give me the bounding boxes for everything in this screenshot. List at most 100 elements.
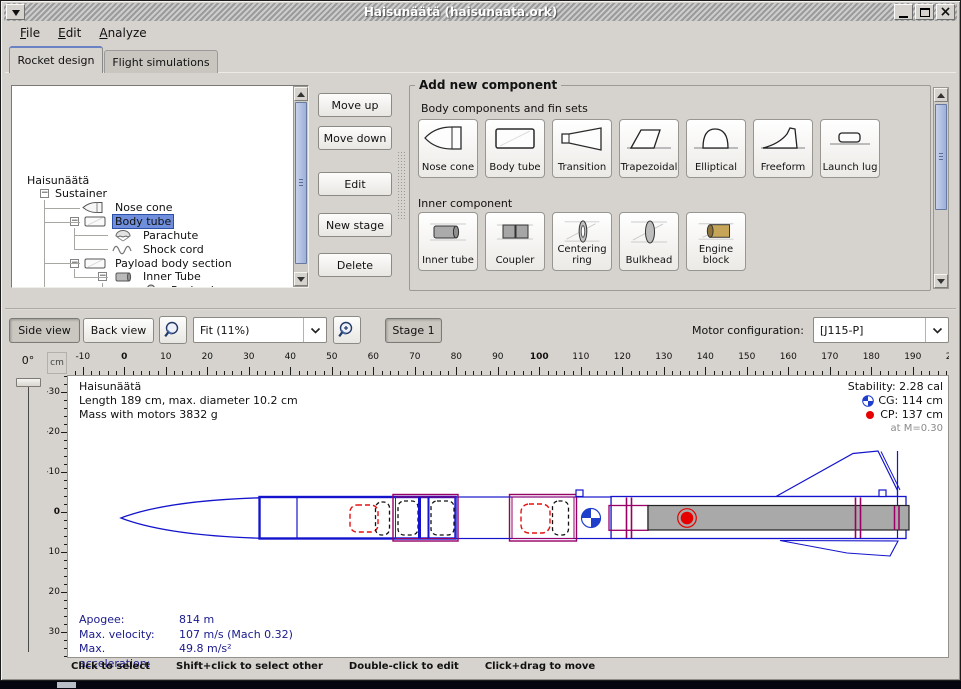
- add-innertube-button[interactable]: Inner tube: [418, 212, 478, 271]
- tree-item-nose-cone[interactable]: −Nose cone: [70, 201, 175, 215]
- ruler-label: 40: [277, 352, 303, 362]
- component-tree[interactable]: Haisunäätä−Sustainer−Nose cone−Body tube…: [11, 85, 309, 288]
- tree-connector: [44, 263, 80, 264]
- launch-lug[interactable]: [879, 490, 886, 497]
- tree-connector: [44, 200, 45, 288]
- tree-scrollbar[interactable]: [293, 86, 309, 287]
- ruler-label: 0: [47, 507, 60, 517]
- zoom-select[interactable]: Fit (11%): [193, 317, 327, 343]
- ruler-label: -30: [47, 387, 60, 397]
- menu-file[interactable]: File: [11, 23, 49, 43]
- rotation-angle-label: 0°: [11, 354, 45, 367]
- component-button-label: Inner tube: [422, 246, 474, 270]
- forward-body-tube[interactable]: [260, 497, 456, 539]
- side-view-button[interactable]: Side view: [9, 318, 80, 343]
- add-coupler-button[interactable]: Coupler: [485, 212, 545, 271]
- add-elliptical-button[interactable]: Elliptical: [686, 119, 746, 178]
- move-down-button[interactable]: Move down: [318, 126, 392, 150]
- component-button-label: Trapezoidal: [621, 153, 678, 177]
- close-button[interactable]: ×: [936, 4, 955, 20]
- tree-item-payload-body-section[interactable]: −Payload body section: [70, 256, 235, 270]
- launch-lug[interactable]: [576, 490, 583, 497]
- ruler-tick: [290, 367, 291, 375]
- freeform-icon: [757, 123, 809, 153]
- app-window: Haisunäätä (haisunaata.ork) × File Edit …: [0, 0, 961, 681]
- move-up-button[interactable]: Move up: [318, 93, 392, 117]
- motor-configuration-select[interactable]: [J115-P]: [813, 317, 949, 343]
- magnifier-icon: [337, 320, 357, 340]
- add-transition-button[interactable]: Transition: [552, 119, 612, 178]
- splitter-handle[interactable]: [397, 151, 406, 219]
- innertube-icon: [110, 270, 136, 283]
- tree-item-shock-cord[interactable]: −Shock cord: [98, 242, 207, 256]
- zoom-out-button[interactable]: [159, 316, 187, 344]
- scroll-up-button[interactable]: [294, 87, 308, 101]
- tab-rocket-design[interactable]: Rocket design: [9, 46, 103, 73]
- component-button-label: Coupler: [496, 246, 535, 270]
- nose-cone-shape[interactable]: [121, 498, 259, 538]
- fin-lower[interactable]: [780, 541, 898, 557]
- edit-button[interactable]: Edit: [318, 172, 392, 196]
- scroll-down-button[interactable]: [294, 272, 308, 286]
- add-component-title: Add new component: [415, 78, 561, 92]
- ruler-tick: [871, 367, 872, 375]
- add-bulkhead-button[interactable]: Bulkhead: [619, 212, 679, 271]
- component-panel-scrollbar[interactable]: [933, 87, 949, 289]
- status-hint: Shift+click to select other: [176, 661, 323, 672]
- ruler-label: 10: [153, 352, 179, 362]
- stage-1-toggle[interactable]: Stage 1: [385, 318, 442, 343]
- component-button-label: Nose cone: [422, 153, 474, 177]
- tree-scrollbar-thumb[interactable]: [295, 102, 307, 264]
- menu-analyze[interactable]: Analyze: [90, 23, 155, 43]
- delete-button[interactable]: Delete: [318, 253, 392, 277]
- tree-expander[interactable]: −: [40, 189, 49, 198]
- component-scrollbar-thumb[interactable]: [935, 104, 947, 210]
- back-view-button[interactable]: Back view: [83, 318, 154, 343]
- maximize-button[interactable]: [915, 4, 934, 20]
- ruler-tick: [498, 367, 499, 375]
- component-button-label: Elliptical: [695, 153, 737, 177]
- add-centeringring-button[interactable]: Centering ring: [552, 212, 612, 271]
- scroll-down-button[interactable]: [934, 274, 948, 288]
- window-menu-button[interactable]: [6, 4, 25, 20]
- tree-item-label: Shock cord: [140, 243, 207, 256]
- rotation-slider-handle[interactable]: [16, 378, 41, 387]
- ruler-label: 30: [47, 627, 60, 637]
- menu-edit[interactable]: Edit: [49, 23, 90, 43]
- ruler-label: 80: [443, 352, 469, 362]
- tree-item-haisun-t-[interactable]: Haisunäätä: [24, 173, 92, 187]
- tree-item-parachute[interactable]: −Parachute: [98, 228, 201, 242]
- tree-item-label: Payload body section: [112, 257, 235, 270]
- zoom-in-button[interactable]: [333, 316, 361, 344]
- scroll-up-button[interactable]: [934, 88, 948, 102]
- rocket-info: Haisunäätä Length 189 cm, max. diameter …: [79, 380, 298, 422]
- tree-item-body-tube[interactable]: −Body tube: [70, 215, 174, 229]
- add-trapezoidal-button[interactable]: Trapezoidal: [619, 119, 679, 178]
- tab-flight-simulations[interactable]: Flight simulations: [104, 50, 218, 73]
- chevron-down-icon: [925, 318, 948, 342]
- minimize-button[interactable]: [894, 4, 913, 20]
- tree-item-sustainer[interactable]: −Sustainer: [40, 187, 110, 201]
- elliptical-icon: [690, 123, 742, 153]
- status-hint: Click to select: [71, 661, 150, 672]
- desktop-strip: [0, 681, 961, 689]
- add-freeform-button[interactable]: Freeform: [753, 119, 813, 178]
- desktop-strip-block: [57, 682, 76, 688]
- ruler-tick: [207, 367, 208, 375]
- payload-icon: [138, 284, 164, 288]
- add-launchlug-button[interactable]: Launch lug: [820, 119, 880, 178]
- tree-connector: [44, 222, 80, 223]
- coupler-icon: [489, 216, 541, 246]
- rocket-name: Haisunäätä: [79, 380, 298, 394]
- bulkhead-icon: [623, 216, 675, 246]
- tree-item-payload[interactable]: −Payload: [126, 284, 217, 288]
- ruler-label: 20: [194, 352, 220, 362]
- ruler-label: 160: [775, 352, 801, 362]
- trapezoidal-icon: [623, 123, 675, 153]
- tree-item-inner-tube[interactable]: −Inner Tube: [98, 270, 204, 284]
- add-nosecone-button[interactable]: Nose cone: [418, 119, 478, 178]
- new-stage-button[interactable]: New stage: [318, 213, 392, 237]
- title-bar[interactable]: Haisunäätä (haisunaata.ork) ×: [4, 3, 957, 21]
- add-engineblock-button[interactable]: Engine block: [686, 212, 746, 271]
- add-bodytube-button[interactable]: Body tube: [485, 119, 545, 178]
